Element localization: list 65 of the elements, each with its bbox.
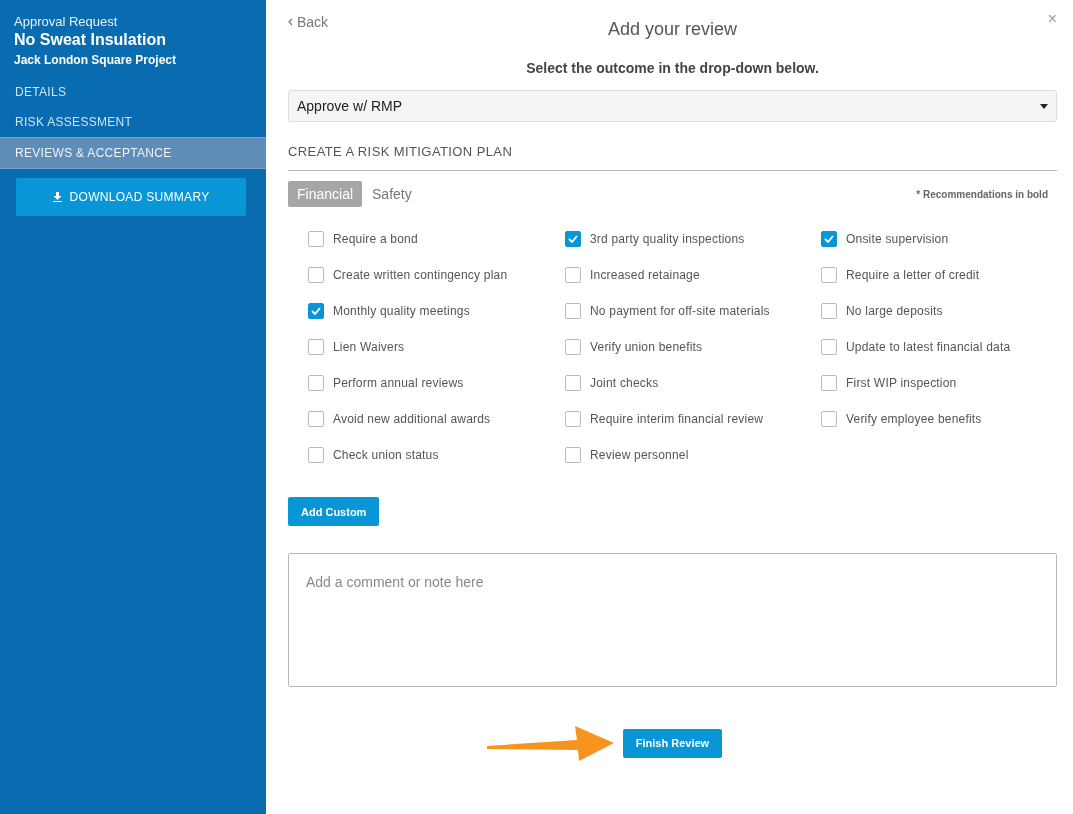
checkbox[interactable] — [565, 375, 581, 391]
checkmark-icon — [311, 307, 321, 315]
checkbox-label: Review personnel — [590, 448, 689, 462]
checkbox[interactable] — [821, 267, 837, 283]
checkbox[interactable] — [308, 411, 324, 427]
checkbox-label: Require interim financial review — [590, 412, 764, 426]
outcome-dropdown[interactable]: Approve w/ RMP — [288, 90, 1057, 122]
checkbox-label: Avoid new additional awards — [333, 412, 491, 426]
checkbox-label: 3rd party quality inspections — [590, 232, 745, 246]
back-link[interactable]: Back — [288, 12, 329, 32]
checkbox-label: First WIP inspection — [846, 376, 957, 390]
checkbox[interactable] — [308, 339, 324, 355]
close-button[interactable]: × — [1047, 10, 1057, 28]
checkbox[interactable] — [308, 375, 324, 391]
checkbox-label: Perform annual reviews — [333, 376, 464, 390]
download-summary-button[interactable]: DOWNLOAD SUMMARY — [16, 178, 246, 216]
checkbox[interactable] — [565, 339, 581, 355]
nav-item[interactable]: DETAILS — [0, 77, 266, 107]
tab[interactable]: Safety — [363, 181, 421, 207]
add-custom-button[interactable]: Add Custom — [288, 497, 380, 526]
checkbox-label: Update to latest financial data — [846, 340, 1011, 354]
checkbox-label: Monthly quality meetings — [333, 304, 470, 318]
checkbox-label: Require a letter of credit — [846, 268, 980, 282]
checkbox-label: Verify employee benefits — [846, 412, 982, 426]
checkbox[interactable] — [565, 447, 581, 463]
checkbox-label: Joint checks — [590, 376, 659, 390]
checkbox[interactable] — [821, 339, 837, 355]
chevron-left-icon — [288, 18, 293, 26]
checkbox-label: Onsite supervision — [846, 232, 949, 246]
checkbox[interactable] — [308, 231, 324, 247]
nav-item[interactable]: RISK ASSESSMENT — [0, 107, 266, 137]
checkbox-label: Check union status — [333, 448, 439, 462]
checkbox[interactable] — [308, 447, 324, 463]
download-icon — [52, 192, 62, 202]
checkbox[interactable] — [565, 411, 581, 427]
checkbox[interactable] — [821, 231, 837, 247]
checkbox[interactable] — [565, 231, 581, 247]
checkbox-label: Increased retainage — [590, 268, 700, 282]
checkbox[interactable] — [821, 303, 837, 319]
nav-item[interactable]: REVIEWS & ACCEPTANCE — [0, 137, 266, 169]
checkbox-label: No large deposits — [846, 304, 943, 318]
checkbox[interactable] — [821, 375, 837, 391]
checkbox-label: Require a bond — [333, 232, 418, 246]
instruction-text: Select the outcome in the drop-down below. — [525, 60, 820, 76]
checkbox[interactable] — [821, 411, 837, 427]
checkbox-label: Lien Waivers — [333, 340, 405, 354]
finish-review-button[interactable]: Finish Review — [622, 728, 723, 758]
company-name: No Sweat Insulation — [14, 31, 167, 49]
checkbox-label: Verify union benefits — [590, 340, 703, 354]
page-eyebrow: Approval Request — [14, 14, 119, 29]
project-name: Jack London Square Project — [14, 53, 178, 67]
comment-field[interactable]: Add a comment or note here — [288, 553, 1057, 687]
checkmark-icon — [824, 235, 834, 243]
tab[interactable]: Financial — [288, 181, 363, 207]
checkmark-icon — [568, 235, 578, 243]
checkbox[interactable] — [308, 267, 324, 283]
checkbox-label: No payment for off-site materials — [590, 304, 770, 318]
recommendations-note: * Recommendations in bold — [916, 188, 1048, 200]
dropdown-caret-icon — [1040, 103, 1048, 109]
section-heading: CREATE A RISK MITIGATION PLAN — [288, 144, 1057, 171]
checkbox[interactable] — [565, 303, 581, 319]
checkbox[interactable] — [565, 267, 581, 283]
checkbox-label: Create written contingency plan — [333, 268, 508, 282]
dialog-title: Add your review — [607, 19, 738, 40]
checkbox[interactable] — [308, 303, 324, 319]
